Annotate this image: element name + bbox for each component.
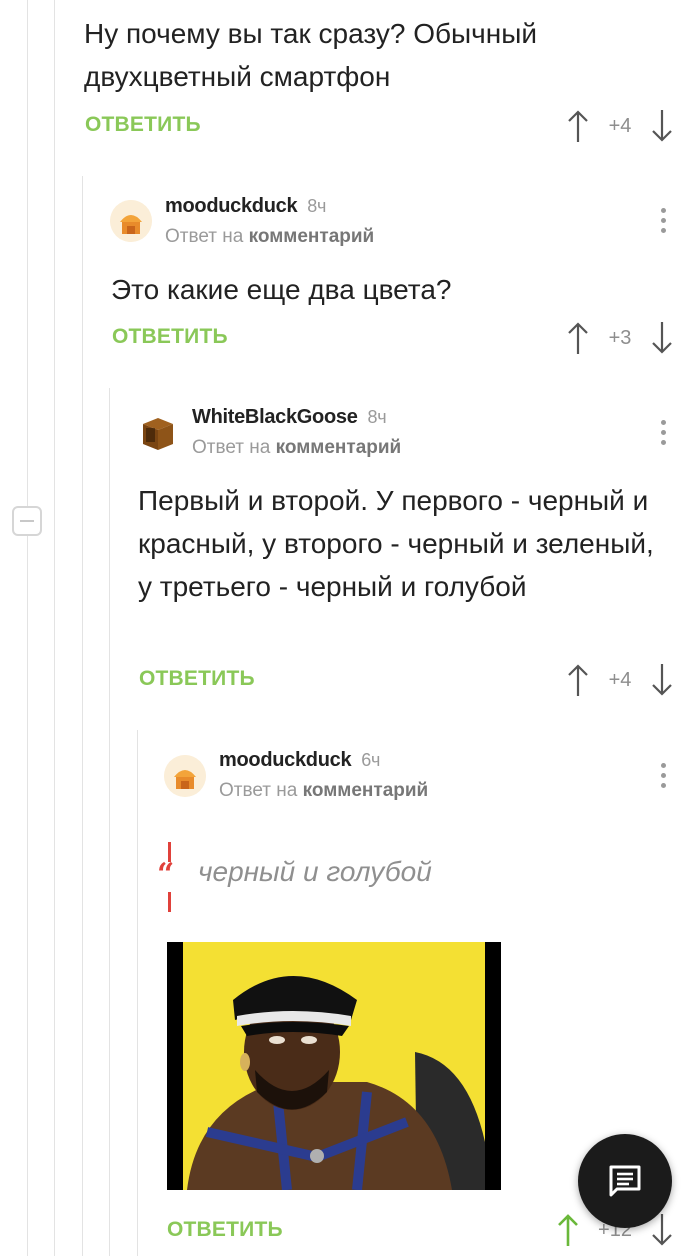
arrow-down-icon[interactable] (650, 320, 674, 356)
reply-to-link[interactable]: комментарий (249, 226, 375, 247)
comment-author[interactable]: WhiteBlackGoose 8ч (192, 406, 387, 429)
comment-time: 8ч (367, 407, 387, 427)
comment-fab-button[interactable] (578, 1134, 672, 1228)
collapse-thread-button[interactable] (12, 506, 42, 536)
author-name[interactable]: mooduckduck (219, 749, 352, 771)
thread-line-5 (137, 730, 138, 1256)
thread-line-2 (54, 0, 55, 1256)
author-name[interactable]: WhiteBlackGoose (192, 406, 358, 428)
quote-bar-bottom (168, 892, 171, 912)
arrow-down-icon[interactable] (650, 662, 674, 698)
comment-image[interactable] (167, 942, 501, 1190)
arrow-up-icon[interactable] (566, 320, 590, 356)
arrow-up-icon[interactable] (566, 108, 590, 144)
reply-to-prefix: Ответ на (165, 226, 244, 247)
reply-to-line: Ответ на комментарий (165, 226, 374, 248)
arrow-up-icon[interactable] (566, 662, 590, 698)
reply-to-prefix: Ответ на (192, 437, 271, 458)
arrow-down-icon[interactable] (650, 108, 674, 144)
reply-to-link[interactable]: комментарий (276, 437, 402, 458)
more-vertical-icon[interactable] (661, 763, 667, 793)
thread-line-3 (82, 176, 83, 1256)
author-name[interactable]: mooduckduck (165, 195, 298, 217)
avatar[interactable] (164, 755, 206, 797)
reply-to-link[interactable]: комментарий (303, 780, 429, 801)
thread-line-1 (27, 0, 28, 1256)
avatar[interactable] (110, 200, 152, 242)
comment-author[interactable]: mooduckduck 8ч (165, 195, 326, 218)
comment-text: Первый и второй. У первого - черный и кр… (138, 485, 654, 602)
reply-to-prefix: Ответ на (219, 780, 298, 801)
comment-text: Это какие еще два цвета? (111, 274, 452, 305)
thread-line-4 (109, 388, 110, 1256)
comment-icon (609, 1165, 641, 1197)
more-vertical-icon[interactable] (661, 420, 667, 450)
comment-text: Ну почему вы так сразу? Обычный двухцвет… (84, 18, 537, 92)
reply-to-line: Ответ на комментарий (192, 437, 401, 459)
quote-icon: “ (157, 857, 175, 892)
vote-count: +3 (608, 326, 632, 349)
avatar[interactable] (137, 412, 179, 454)
vote-controls: +4 (566, 106, 674, 146)
reply-button[interactable]: ОТВЕТИТЬ (139, 667, 255, 691)
quote-text: черный и голубой (198, 856, 432, 887)
comment-time: 6ч (361, 750, 381, 770)
vote-count: +4 (608, 668, 632, 691)
comment-time: 8ч (307, 196, 327, 216)
reply-button[interactable]: ОТВЕТИТЬ (85, 113, 201, 137)
reply-button[interactable]: ОТВЕТИТЬ (112, 325, 228, 349)
vote-controls: +4 (566, 660, 674, 700)
vote-controls: +3 (566, 318, 674, 358)
reply-button[interactable]: ОТВЕТИТЬ (167, 1218, 283, 1242)
arrow-up-icon[interactable] (556, 1212, 580, 1248)
more-vertical-icon[interactable] (661, 208, 667, 238)
vote-count: +4 (608, 114, 632, 137)
comment-author[interactable]: mooduckduck 6ч (219, 749, 380, 772)
reply-to-line: Ответ на комментарий (219, 780, 428, 802)
